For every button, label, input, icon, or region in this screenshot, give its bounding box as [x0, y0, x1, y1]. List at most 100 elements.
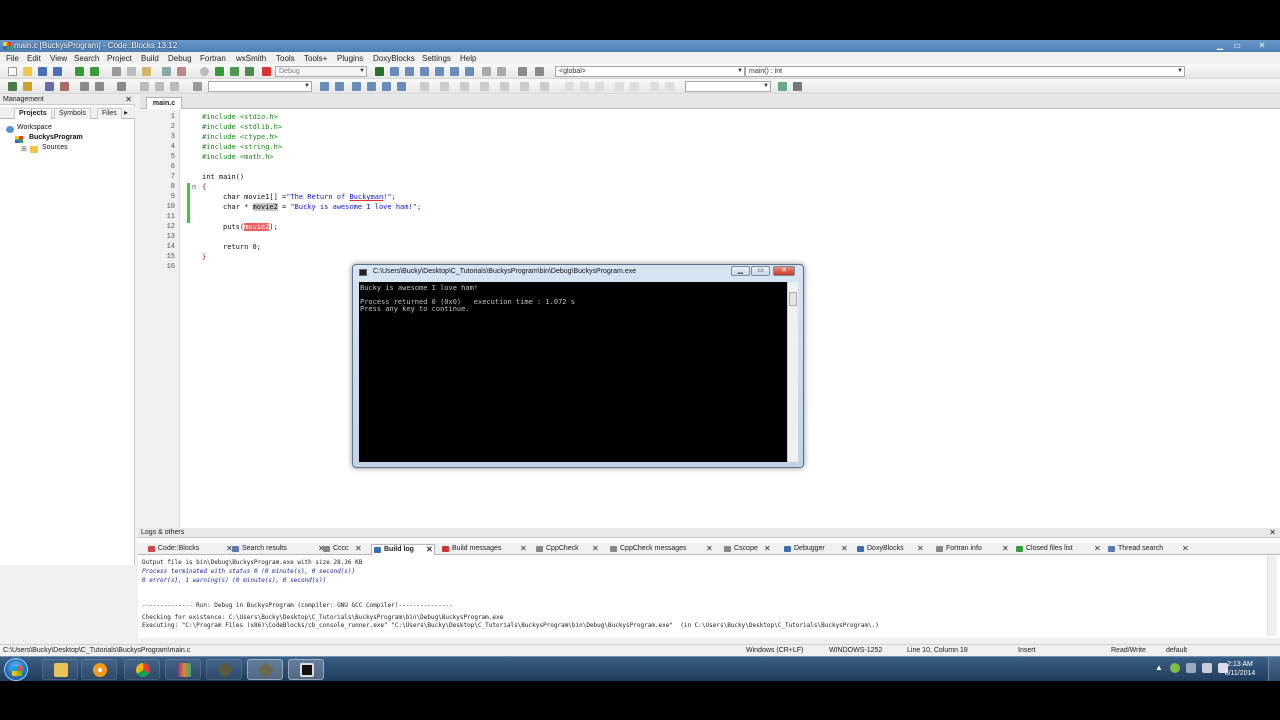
console-output[interactable]: Bucky is awesome I love ham! Process ret… [359, 282, 787, 462]
tab-files[interactable]: Files [97, 108, 122, 119]
code-line-15[interactable]: } [202, 253, 206, 261]
redo-icon[interactable] [90, 67, 99, 76]
save-icon[interactable] [38, 67, 47, 76]
console-minimize-button[interactable]: ▁ [731, 266, 750, 276]
wx-box-icon[interactable] [440, 82, 449, 91]
code-line-5[interactable]: #include <math.h> [202, 153, 274, 161]
menu-fortran[interactable]: Fortran [200, 54, 226, 63]
tool-wrench-icon[interactable] [793, 82, 802, 91]
debug-run-icon[interactable] [23, 82, 32, 91]
jump-icon[interactable] [117, 82, 126, 91]
tools-combo[interactable]: ▼ [685, 81, 771, 92]
tab-projects[interactable]: Projects [14, 108, 52, 119]
tab-fortran-info[interactable]: Fortran info ✕ [934, 544, 1014, 555]
menu-plugins[interactable]: Plugins [337, 54, 363, 63]
menu-project[interactable]: Project [107, 54, 132, 63]
open-folder-icon[interactable] [23, 67, 32, 76]
zoom-in-icon[interactable] [615, 82, 624, 91]
taskbar-codeblocks-ide[interactable] [247, 659, 283, 680]
console-maximize-button[interactable]: ▭ [751, 266, 770, 276]
toggle-comment-icon[interactable] [80, 82, 89, 91]
tray-network-icon[interactable] [1186, 663, 1196, 673]
tray-app-icon[interactable] [1170, 663, 1180, 673]
close-icon[interactable]: ✕ [1002, 544, 1009, 554]
match-case-icon[interactable] [193, 82, 202, 91]
save-all-icon[interactable] [53, 67, 62, 76]
wx-label-icon[interactable] [580, 82, 589, 91]
menu-debug[interactable]: Debug [168, 54, 192, 63]
taskbar-media-player[interactable] [81, 659, 117, 680]
menu-settings[interactable]: Settings [422, 54, 451, 63]
find-prev-icon[interactable] [320, 82, 329, 91]
console-window[interactable]: C:\Users\Bucky\Desktop\C_Tutorials\Bucky… [352, 264, 804, 468]
fold-marker-icon[interactable]: ⊟ [192, 183, 196, 192]
step-into-icon[interactable] [420, 67, 429, 76]
close-icon[interactable]: ✕ [355, 544, 362, 554]
tab-debugger[interactable]: Debugger ✕ [782, 544, 848, 555]
console-scrollbar[interactable] [787, 282, 798, 462]
code-line-2[interactable]: #include <stdlib.h> [202, 123, 282, 131]
tab-thread-search[interactable]: Thread search ✕ [1106, 544, 1196, 555]
tab-cppcheck[interactable]: CppCheck ✕ [534, 544, 602, 555]
comment-icon[interactable] [45, 82, 54, 91]
close-icon[interactable]: ✕ [1182, 544, 1189, 554]
bookmark-icon[interactable] [155, 82, 164, 91]
menu-search[interactable]: Search [74, 54, 99, 63]
minimize-button[interactable]: ▁ [1213, 41, 1227, 50]
code-line-4[interactable]: #include <string.h> [202, 143, 282, 151]
build-and-run-icon[interactable] [230, 67, 239, 76]
tree-project[interactable]: BuckysProgram [29, 134, 83, 141]
taskbar-codeblocks[interactable] [206, 659, 242, 680]
taskbar-explorer[interactable] [42, 659, 78, 680]
tab-cscope[interactable]: Cscope ✕ [722, 544, 774, 555]
close-icon[interactable]: ✕ [592, 544, 599, 554]
code-line-9[interactable]: char movie1[] ="The Return of Buckyman!"… [223, 193, 396, 201]
undo-icon[interactable] [75, 67, 84, 76]
tray-show-hidden-icon[interactable]: ▲ [1155, 663, 1163, 672]
scroll-thumb[interactable] [789, 292, 797, 306]
step-out-icon[interactable] [435, 67, 444, 76]
code-line-12[interactable]: puts(movie2); [223, 223, 278, 231]
code-line-14[interactable]: return 0; [223, 243, 261, 251]
close-icon[interactable]: ✕ [764, 544, 771, 554]
menu-wxsmith[interactable]: wxSmith [236, 54, 266, 63]
close-icon[interactable]: ✕ [125, 95, 132, 104]
menu-edit[interactable]: Edit [27, 54, 41, 63]
new-file-icon[interactable] [8, 67, 17, 76]
uncomment-icon[interactable] [60, 82, 69, 91]
wx-grid-icon[interactable] [460, 82, 469, 91]
find-icon[interactable] [162, 67, 171, 76]
show-desktop-button[interactable] [1268, 657, 1280, 681]
rebuild-icon[interactable] [245, 67, 254, 76]
run-icon[interactable] [215, 67, 224, 76]
wx-sizer-icon[interactable] [500, 82, 509, 91]
code-line-1[interactable]: #include <stdio.h> [202, 113, 278, 121]
step-instruction-icon[interactable] [465, 67, 474, 76]
tab-cccc[interactable]: Cccc ✕ [321, 544, 365, 555]
tab-build-messages[interactable]: Build messages ✕ [440, 544, 530, 555]
wx-spacer-icon[interactable] [540, 82, 549, 91]
window-titlebar[interactable]: main.c [BuckysProgram] - Code::Blocks 13… [0, 40, 1280, 52]
cut-icon[interactable] [112, 67, 121, 76]
jump-forward-icon[interactable] [170, 82, 179, 91]
paste-icon[interactable] [142, 67, 151, 76]
tab-codeblocks[interactable]: Code::Blocks ✕ [146, 544, 234, 555]
find-next-icon[interactable] [335, 82, 344, 91]
stop-debugger-icon[interactable] [497, 67, 506, 76]
close-icon[interactable]: ✕ [841, 544, 848, 554]
tab-closed-files[interactable]: Closed files list ✕ [1014, 544, 1104, 555]
close-icon[interactable]: ✕ [520, 544, 527, 554]
wx-layout-icon[interactable] [520, 82, 529, 91]
file-tab-main-c[interactable]: main.c [146, 97, 182, 109]
tab-scroll-right-icon[interactable]: ▸ [124, 108, 128, 117]
debug-windows-icon[interactable] [518, 67, 527, 76]
tree-workspace[interactable]: Workspace [17, 124, 52, 131]
tab-build-log[interactable]: Build log ✕ [371, 544, 435, 555]
abort-icon[interactable] [262, 67, 271, 76]
highlight-icon[interactable] [352, 82, 361, 91]
code-snippet-icon[interactable] [650, 82, 659, 91]
next-instruction-icon[interactable] [450, 67, 459, 76]
copy-icon[interactable] [127, 67, 136, 76]
tab-cppcheck-messages[interactable]: CppCheck messages ✕ [608, 544, 716, 555]
tray-display-icon[interactable] [1202, 663, 1212, 673]
